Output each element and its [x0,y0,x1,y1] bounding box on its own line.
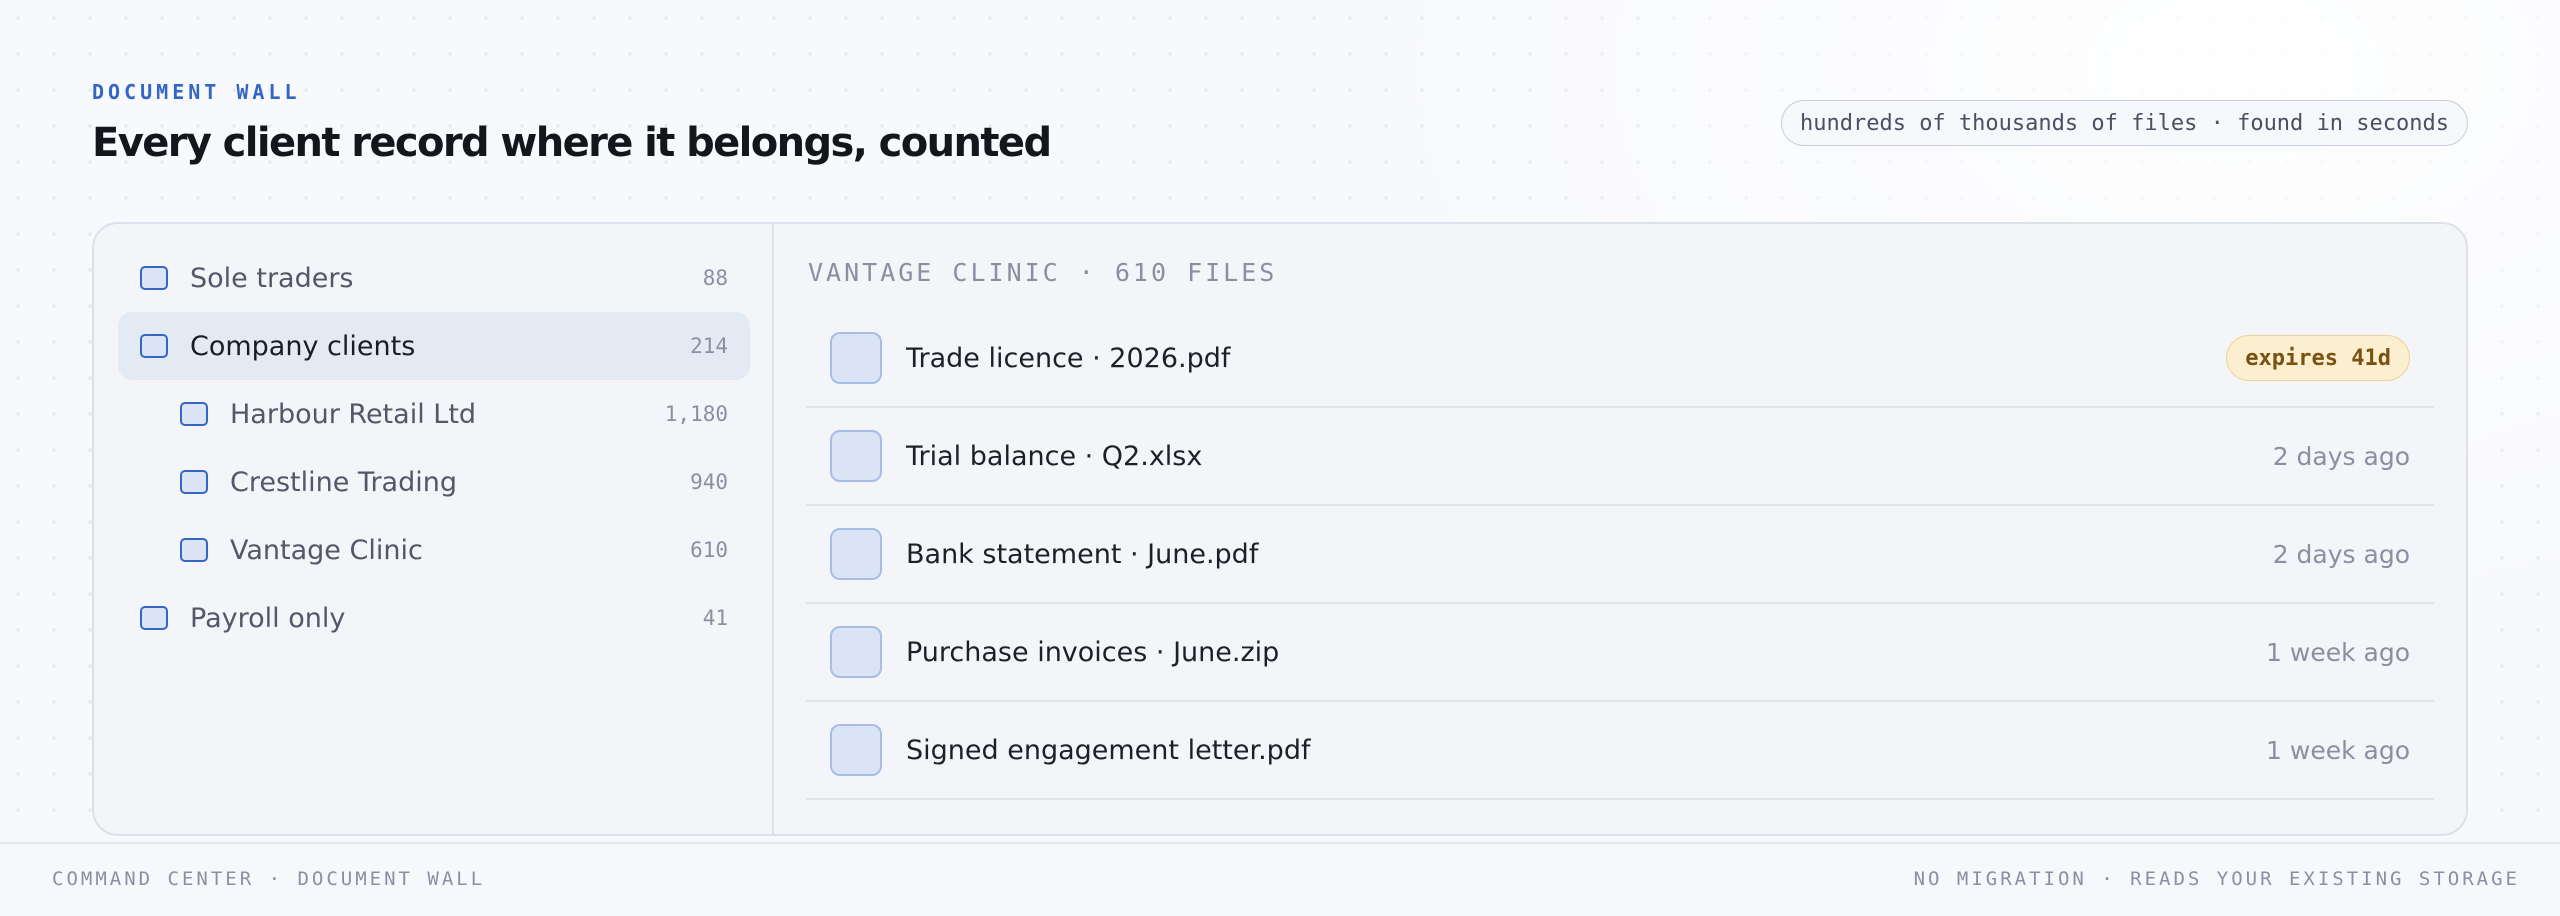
folder-checkbox-icon[interactable] [180,402,208,426]
file-row[interactable]: Trade licence · 2026.pdf expires 41d [806,310,2434,408]
file-timestamp: 2 days ago [2272,441,2410,471]
file-row[interactable]: Bank statement · June.pdf 2 days ago [806,506,2434,604]
file-row[interactable]: Purchase invoices · June.zip 1 week ago [806,604,2434,702]
file-timestamp: 1 week ago [2266,637,2410,667]
file-name: Purchase invoices · June.zip [906,636,1280,668]
tree-item-harbour-retail[interactable]: Harbour Retail Ltd 1,180 [118,380,750,448]
folder-checkbox-icon[interactable] [140,266,168,290]
folder-checkbox-icon[interactable] [180,538,208,562]
tree-item-label: Sole traders [190,262,354,294]
tree-item-payroll-only[interactable]: Payroll only 41 [118,584,750,652]
tree-item-label: Vantage Clinic [230,534,423,566]
folder-heading: VANTAGE CLINIC · 610 FILES [808,258,1278,287]
tree-item-crestline-trading[interactable]: Crestline Trading 940 [118,448,750,516]
tree-item-company-clients[interactable]: Company clients 214 [118,312,750,380]
page-title: Every client record where it belongs, co… [92,120,1052,166]
tree-item-count: 610 [690,538,728,562]
file-name: Signed engagement letter.pdf [906,734,1311,766]
folder-checkbox-icon[interactable] [140,606,168,630]
info-pill: hundreds of thousands of files · found i… [1780,100,2468,146]
tree-item-count: 214 [690,334,728,358]
file-name: Trade licence · 2026.pdf [906,342,1231,374]
file-name: Trial balance · Q2.xlsx [906,440,1203,472]
tree-item-label: Crestline Trading [230,466,457,498]
file-timestamp: 1 week ago [2266,735,2410,765]
file-icon [830,430,882,482]
tree-item-count: 940 [690,470,728,494]
tree-item-label: Company clients [190,330,416,362]
file-row[interactable]: Trial balance · Q2.xlsx 2 days ago [806,408,2434,506]
folder-checkbox-icon[interactable] [180,470,208,494]
document-wall-panel: Sole traders 88 Company clients 214 Harb… [92,222,2468,836]
section-eyebrow: DOCUMENT WALL [92,80,301,104]
expiry-badge: expires 41d [2226,335,2410,381]
file-icon [830,724,882,776]
footer-right-label: NO MIGRATION · READS YOUR EXISTING STORA… [1913,868,2520,890]
tree-item-label: Payroll only [190,602,346,634]
file-icon [830,528,882,580]
folder-checkbox-icon[interactable] [140,334,168,358]
footer-bar: COMMAND CENTER · DOCUMENT WALL NO MIGRAT… [0,842,2560,916]
file-name: Bank statement · June.pdf [906,538,1259,570]
file-row[interactable]: Signed engagement letter.pdf 1 week ago [806,702,2434,800]
tree-item-count: 1,180 [664,402,728,426]
tree-item-sole-traders[interactable]: Sole traders 88 [118,244,750,312]
tree-item-count: 88 [702,266,728,290]
footer-left-label: COMMAND CENTER · DOCUMENT WALL [52,868,486,890]
folder-tree: Sole traders 88 Company clients 214 Harb… [94,224,774,834]
file-list-pane: VANTAGE CLINIC · 610 FILES Trade licence… [774,224,2466,834]
file-icon [830,332,882,384]
tree-item-label: Harbour Retail Ltd [230,398,477,430]
tree-item-count: 41 [702,606,728,630]
tree-item-vantage-clinic[interactable]: Vantage Clinic 610 [118,516,750,584]
file-icon [830,626,882,678]
file-timestamp: 2 days ago [2272,539,2410,569]
